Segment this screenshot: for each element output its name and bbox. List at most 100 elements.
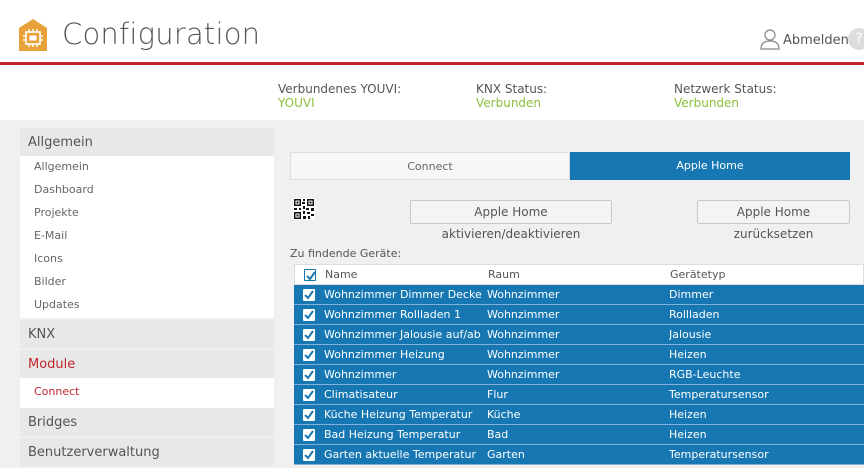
table-row[interactable]: Climatisateur Flur Temperatursensor xyxy=(294,385,864,405)
table-row[interactable]: Bad Heizung Temperatur Bad Heizen xyxy=(294,425,864,445)
sidebar-item-allgemein[interactable]: Allgemein xyxy=(20,156,274,179)
cell-room: Garten xyxy=(487,448,525,461)
cell-device-type: Dimmer xyxy=(669,288,714,301)
sidebar-item-dashboard[interactable]: Dashboard xyxy=(20,179,274,202)
checkmark-icon xyxy=(304,350,314,360)
row-checkbox[interactable] xyxy=(303,349,315,361)
apple-home-reset-button[interactable]: Apple Home zurücksetzen xyxy=(697,200,850,241)
cell-name: Wohnzimmer Heizung xyxy=(324,348,445,361)
cell-name: Küche Heizung Temperatur xyxy=(324,408,473,421)
checkmark-icon xyxy=(304,310,314,320)
table-row[interactable]: Wohnzimmer Heizung Wohnzimmer Heizen xyxy=(294,345,864,365)
devices-table: Name Raum Gerätetyp Wohnzimmer Dimmer De… xyxy=(294,264,864,465)
sidebar-head-bridges[interactable]: Bridges xyxy=(20,408,274,436)
sidebar: Allgemein Allgemein Dashboard Projekte E… xyxy=(20,128,274,468)
sidebar-head-allgemein[interactable]: Allgemein xyxy=(20,128,274,156)
cell-device-type: Heizen xyxy=(669,348,707,361)
sidebar-head-benutzerverwaltung[interactable]: Benutzerverwaltung xyxy=(20,438,274,466)
youvi-status: Verbundenes YOUVI: YOUVI xyxy=(278,82,401,110)
network-status-value: Verbunden xyxy=(674,96,740,110)
youvi-status-label: Verbundenes YOUVI: xyxy=(278,82,402,96)
cell-device-type: Rollladen xyxy=(669,308,720,321)
row-checkbox[interactable] xyxy=(303,429,315,441)
row-checkbox[interactable] xyxy=(303,369,315,381)
sidebar-item-projekte[interactable]: Projekte xyxy=(20,202,274,225)
cell-room: Küche xyxy=(487,408,521,421)
checkmark-icon xyxy=(304,450,314,460)
cell-name: Wohnzimmer xyxy=(324,368,397,381)
row-checkbox[interactable] xyxy=(303,389,315,401)
row-checkbox[interactable] xyxy=(303,449,315,461)
checkmark-icon xyxy=(304,330,314,340)
sidebar-submenu-allgemein: Allgemein Dashboard Projekte E-Mail Icon… xyxy=(20,156,274,318)
app-header: Configuration Abmelden ? xyxy=(0,0,864,62)
cell-room: Wohnzimmer xyxy=(487,308,560,321)
checkmark-icon xyxy=(304,290,314,300)
cell-name: Climatisateur xyxy=(324,388,398,401)
cell-room: Wohnzimmer xyxy=(487,348,560,361)
table-row[interactable]: Küche Heizung Temperatur Küche Heizen xyxy=(294,405,864,425)
checkmark-icon xyxy=(304,430,314,440)
sidebar-head-knx[interactable]: KNX xyxy=(20,320,274,348)
devices-label: Zu findende Geräte: xyxy=(290,247,402,260)
cell-room: Wohnzimmer xyxy=(487,328,560,341)
cell-device-type: Heizen xyxy=(669,428,707,441)
logout-link[interactable]: Abmelden xyxy=(783,33,849,48)
knx-status: KNX Status: Verbunden xyxy=(476,82,547,110)
table-row[interactable]: Wohnzimmer Jalousie auf/ab Wohnzimmer Jalo… xyxy=(294,325,864,345)
sidebar-item-email[interactable]: E-Mail xyxy=(20,225,274,248)
cell-name: Wohnzimmer Jalousie auf/ab xyxy=(324,328,481,341)
checkmark-icon xyxy=(306,271,316,281)
row-checkbox[interactable] xyxy=(303,409,315,421)
cell-name: Wohnzimmer Rollladen 1 xyxy=(324,308,461,321)
sidebar-head-module[interactable]: Module xyxy=(20,350,274,378)
help-icon[interactable]: ? xyxy=(848,28,864,50)
table-row[interactable]: Wohnzimmer Rollladen 1 Wohnzimmer Rolllade… xyxy=(294,305,864,325)
cell-room: Wohnzimmer xyxy=(487,288,560,301)
header-device-type[interactable]: Gerätetyp xyxy=(670,265,860,285)
table-row[interactable]: Garten aktuelle Temperatur Garten Temperat… xyxy=(294,445,864,465)
tab-connect[interactable]: Connect xyxy=(290,152,570,180)
header-room[interactable]: Raum xyxy=(488,265,658,285)
status-bar: Verbundenes YOUVI: YOUVI KNX Status: Ver… xyxy=(0,65,864,120)
cell-device-type: Jalousie xyxy=(669,328,712,341)
checkmark-icon xyxy=(304,390,314,400)
sidebar-item-bilder[interactable]: Bilder xyxy=(20,271,274,294)
sidebar-item-connect[interactable]: Connect xyxy=(20,378,274,401)
main-panel: Connect Apple Home Apple Home aktivieren… xyxy=(276,128,864,468)
table-body: Wohnzimmer Dimmer Decke Wohnzimmer Dimmer W… xyxy=(294,285,864,465)
table-header: Name Raum Gerätetyp xyxy=(294,264,864,285)
cell-room: Flur xyxy=(487,388,508,401)
cell-room: Wohnzimmer xyxy=(487,368,560,381)
cell-device-type: Heizen xyxy=(669,408,707,421)
knx-status-label: KNX Status: xyxy=(476,82,548,96)
sidebar-submenu-module: Connect xyxy=(20,378,274,408)
user-icon[interactable] xyxy=(760,28,780,50)
cell-device-type: RGB-Leuchte xyxy=(669,368,741,381)
tab-apple-home[interactable]: Apple Home xyxy=(570,152,850,180)
row-checkbox[interactable] xyxy=(303,329,315,341)
sidebar-item-icons[interactable]: Icons xyxy=(20,248,274,271)
sidebar-item-updates[interactable]: Updates xyxy=(20,294,274,317)
table-row[interactable]: Wohnzimmer Dimmer Decke Wohnzimmer Dimmer xyxy=(294,285,864,305)
row-checkbox[interactable] xyxy=(303,309,315,321)
cell-name: Bad Heizung Temperatur xyxy=(324,428,461,441)
network-status-label: Netzwerk Status: xyxy=(674,82,777,96)
select-all-checkbox[interactable] xyxy=(304,269,316,281)
qr-code-icon[interactable] xyxy=(293,198,315,220)
table-row[interactable]: Wohnzimmer Wohnzimmer RGB-Leuchte xyxy=(294,365,864,385)
youvi-status-value: YOUVI xyxy=(278,96,315,110)
youvi-house-logo-icon xyxy=(19,19,47,51)
row-checkbox[interactable] xyxy=(303,289,315,301)
apple-home-toggle-button[interactable]: Apple Home aktivieren/deaktivieren xyxy=(410,200,612,241)
header-name[interactable]: Name xyxy=(325,265,483,285)
network-status: Netzwerk Status: Verbunden xyxy=(674,82,777,110)
cell-name: Wohnzimmer Dimmer Decke xyxy=(324,288,482,301)
checkmark-icon xyxy=(304,370,314,380)
cell-room: Bad xyxy=(487,428,509,441)
checkmark-icon xyxy=(304,410,314,420)
knx-status-value: Verbunden xyxy=(476,96,542,110)
cell-device-type: Temperatursensor xyxy=(669,388,769,401)
tab-bar: Connect Apple Home xyxy=(290,152,850,180)
cell-name: Garten aktuelle Temperatur xyxy=(324,448,477,461)
